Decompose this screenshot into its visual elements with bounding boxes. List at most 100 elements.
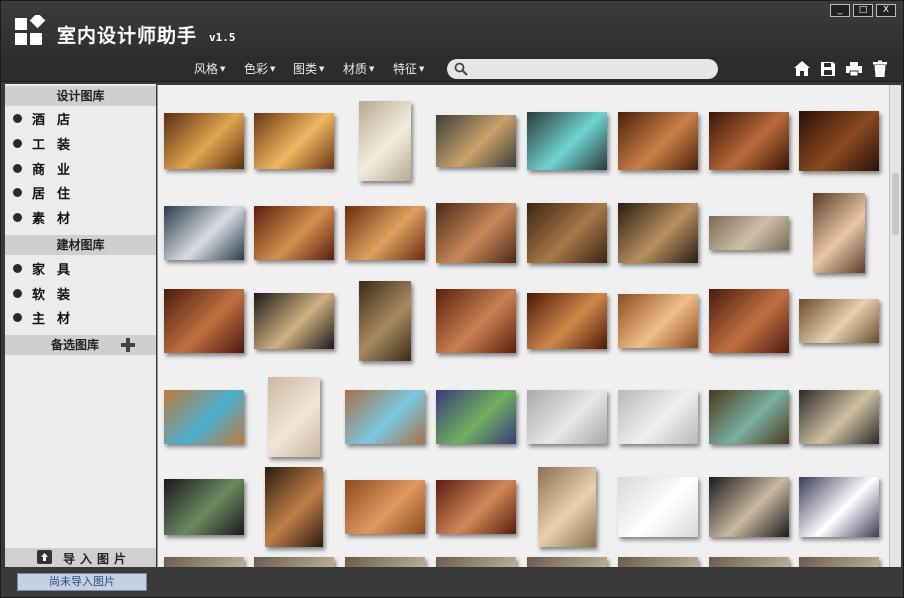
gallery-thumbnail[interactable] — [254, 206, 334, 260]
bullet-icon — [13, 188, 22, 197]
gallery-thumbnail[interactable] — [345, 206, 425, 260]
search-icon — [454, 62, 468, 76]
scrollbar-thumb[interactable] — [892, 173, 899, 235]
bullet-icon — [13, 164, 22, 173]
design-library-header[interactable]: 设计图库 — [5, 86, 156, 106]
sidebar-item-furniture[interactable]: 家具 — [5, 256, 156, 280]
gallery-thumbnail[interactable] — [527, 557, 607, 567]
sidebar-item-soft-furnishing[interactable]: 软装 — [5, 281, 156, 305]
app-title: 室内设计师助手 — [57, 25, 198, 47]
app-window: 室内设计师助手 v1.5 _ □ X 风格 ▼ 色彩 ▼ 图类 ▼ 材质 ▼ 特征 ▼ 设… — [0, 0, 904, 598]
gallery-thumbnail[interactable] — [799, 390, 879, 444]
gallery-thumbnail[interactable] — [265, 467, 323, 547]
home-icon[interactable] — [793, 60, 811, 78]
menu-color[interactable]: 色彩 ▼ — [244, 60, 275, 77]
gallery-thumbnail[interactable] — [709, 112, 789, 170]
menu-style[interactable]: 风格 ▼ — [194, 60, 225, 77]
search-input[interactable] — [447, 59, 718, 79]
menu-feature[interactable]: 特征 ▼ — [393, 60, 424, 77]
gallery-thumbnail[interactable] — [254, 557, 334, 567]
gallery-thumbnail[interactable] — [436, 203, 516, 263]
gallery-thumbnail[interactable] — [164, 113, 244, 169]
gallery-thumbnail[interactable] — [527, 390, 607, 444]
status-bar: 尚未导入图片 — [1, 567, 903, 597]
gallery-thumbnail[interactable] — [709, 289, 789, 353]
gallery-thumbnail[interactable] — [268, 377, 320, 457]
app-version: v1.5 — [209, 31, 236, 44]
print-icon[interactable] — [845, 60, 863, 78]
gallery-thumbnail[interactable] — [709, 216, 789, 250]
maximize-button[interactable]: □ — [853, 4, 873, 17]
gallery-thumbnail[interactable] — [618, 477, 698, 537]
chevron-down-icon: ▼ — [419, 65, 425, 73]
gallery-thumbnail[interactable] — [527, 203, 607, 263]
bullet-icon — [13, 313, 22, 322]
bullet-icon — [13, 213, 22, 222]
gallery-thumbnail[interactable] — [813, 193, 865, 273]
image-gallery — [157, 85, 889, 567]
chevron-down-icon: ▼ — [270, 65, 276, 73]
backup-library-header[interactable]: 备选图库 — [5, 335, 156, 355]
close-button[interactable]: X — [876, 4, 896, 17]
upload-icon — [37, 550, 52, 564]
bullet-icon — [13, 289, 22, 298]
gallery-thumbnail[interactable] — [709, 557, 789, 567]
sidebar-item-business[interactable]: 商业 — [5, 156, 156, 180]
save-icon[interactable] — [819, 60, 837, 78]
title-bar: 室内设计师助手 v1.5 _ □ X — [1, 1, 903, 55]
gallery-thumbnail[interactable] — [618, 294, 698, 348]
sidebar-item-main-material[interactable]: 主材 — [5, 305, 156, 329]
gallery-thumbnail[interactable] — [436, 480, 516, 534]
gallery-scrollbar[interactable] — [889, 85, 901, 567]
gallery-thumbnail[interactable] — [345, 390, 425, 444]
add-icon[interactable] — [121, 338, 135, 352]
gallery-thumbnail[interactable] — [538, 467, 596, 547]
gallery-thumbnail[interactable] — [709, 477, 789, 537]
sidebar-item-residential[interactable]: 居住 — [5, 180, 156, 204]
gallery-thumbnail[interactable] — [527, 293, 607, 349]
bullet-icon — [13, 139, 22, 148]
gallery-thumbnail[interactable] — [799, 111, 879, 171]
sidebar: 设计图库 酒店 工装 商业 居住 素材 建材图库 家具 软装 主材 备选图库 导… — [5, 84, 156, 567]
import-images-button[interactable]: 导入图片 — [5, 548, 156, 567]
minimize-button[interactable]: _ — [830, 4, 850, 17]
gallery-thumbnail[interactable] — [345, 480, 425, 534]
chevron-down-icon: ▼ — [369, 65, 375, 73]
gallery-thumbnail[interactable] — [254, 293, 334, 349]
import-status-text: 尚未导入图片 — [17, 573, 147, 591]
sidebar-item-assets[interactable]: 素材 — [5, 205, 156, 229]
chevron-down-icon: ▼ — [220, 65, 226, 73]
gallery-thumbnail[interactable] — [618, 557, 698, 567]
gallery-thumbnail[interactable] — [436, 115, 516, 167]
gallery-thumbnail[interactable] — [618, 390, 698, 444]
gallery-thumbnail[interactable] — [618, 203, 698, 263]
bullet-icon — [13, 264, 22, 273]
gallery-thumbnail[interactable] — [164, 206, 244, 260]
chevron-down-icon: ▼ — [319, 65, 325, 73]
sidebar-item-commercial-fitout[interactable]: 工装 — [5, 131, 156, 155]
bullet-icon — [13, 114, 22, 123]
sidebar-item-hotel[interactable]: 酒店 — [5, 106, 156, 130]
menu-material[interactable]: 材质 ▼ — [343, 60, 374, 77]
menu-category[interactable]: 图类 ▼ — [293, 60, 324, 77]
gallery-thumbnail[interactable] — [436, 390, 516, 444]
gallery-thumbnail[interactable] — [436, 289, 516, 353]
gallery-thumbnail[interactable] — [527, 112, 607, 170]
gallery-thumbnail[interactable] — [164, 557, 244, 567]
gallery-thumbnail[interactable] — [709, 390, 789, 444]
gallery-thumbnail[interactable] — [799, 299, 879, 343]
gallery-thumbnail[interactable] — [254, 113, 334, 169]
gallery-thumbnail[interactable] — [164, 289, 244, 353]
gallery-thumbnail[interactable] — [799, 477, 879, 537]
trash-icon[interactable] — [871, 60, 889, 78]
gallery-thumbnail[interactable] — [345, 557, 425, 567]
gallery-thumbnail[interactable] — [799, 557, 879, 567]
gallery-thumbnail[interactable] — [618, 112, 698, 170]
gallery-thumbnail[interactable] — [359, 281, 411, 361]
gallery-thumbnail[interactable] — [436, 557, 516, 567]
gallery-thumbnail[interactable] — [164, 479, 244, 535]
material-library-header[interactable]: 建材图库 — [5, 235, 156, 255]
gallery-thumbnail[interactable] — [164, 390, 244, 444]
app-logo-icon — [15, 15, 46, 45]
gallery-thumbnail[interactable] — [359, 101, 411, 181]
